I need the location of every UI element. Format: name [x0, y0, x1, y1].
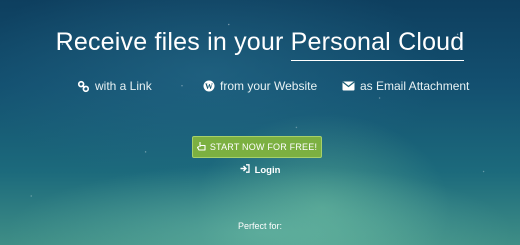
- feature-list: with a Link W from your Website as Email…: [0, 79, 520, 95]
- login-link[interactable]: Login: [0, 164, 520, 176]
- feature-email: as Email Attachment: [342, 79, 469, 93]
- hero-title-accent: Personal Cloud: [290, 28, 465, 61]
- svg-text:W: W: [205, 82, 213, 91]
- hero-title: Receive files in your Personal Cloud: [0, 28, 520, 61]
- sign-in-icon: [240, 164, 250, 176]
- hand-pointer-icon: [196, 141, 206, 153]
- feature-website: W from your Website: [203, 79, 317, 93]
- feature-website-label: from your Website: [220, 79, 318, 93]
- start-now-button[interactable]: START NOW FOR FREE!: [192, 136, 322, 158]
- hero-title-prefix: Receive files in your: [55, 28, 291, 56]
- feature-link: with a Link: [77, 79, 152, 93]
- envelope-icon: [342, 81, 355, 91]
- feature-link-label: with a Link: [95, 79, 152, 93]
- link-icon: [77, 80, 90, 93]
- wordpress-icon: W: [203, 80, 215, 92]
- perfect-for-heading: Perfect for:: [237, 221, 282, 231]
- feature-email-label: as Email Attachment: [360, 79, 470, 93]
- start-now-label: START NOW FOR FREE!: [209, 142, 318, 152]
- login-label: Login: [254, 164, 281, 176]
